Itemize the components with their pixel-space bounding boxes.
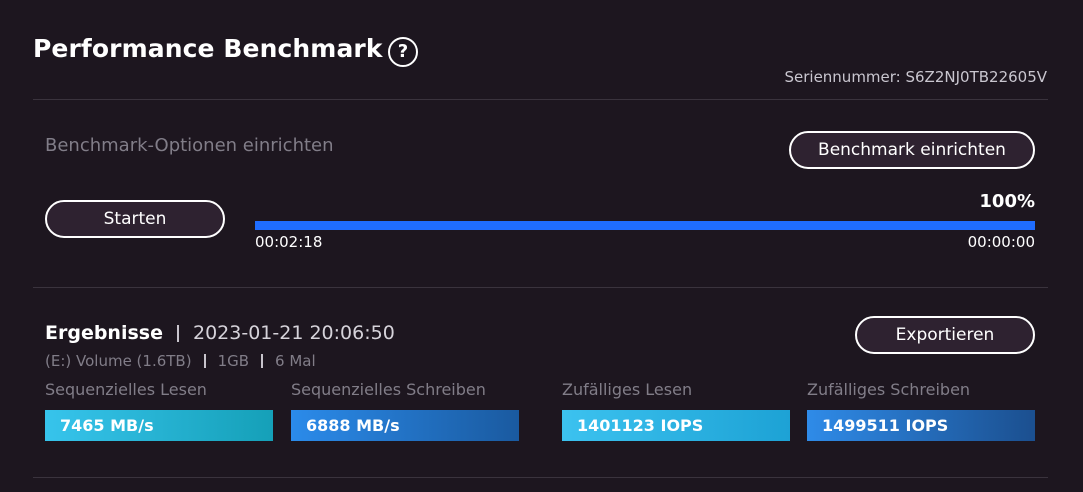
metric-value-rand-read: 1401123 IOPS xyxy=(562,410,790,441)
progress-bar-fill xyxy=(255,221,1035,230)
page-title: Performance Benchmark xyxy=(33,34,383,63)
metric-label-rand-read: Zufälliges Lesen xyxy=(562,380,693,399)
bottom-divider xyxy=(33,477,1048,478)
separator xyxy=(203,354,206,368)
section-divider xyxy=(33,287,1048,288)
run-count: 6 Mal xyxy=(275,352,316,370)
test-size: 1GB xyxy=(217,352,250,370)
serial-number: Seriennummer: S6Z2NJ0TB22605V xyxy=(784,68,1047,86)
results-title: Ergebnisse xyxy=(45,322,163,344)
progress-percent: 100% xyxy=(979,191,1035,212)
help-icon[interactable]: ? xyxy=(388,37,418,67)
metric-value-seq-read: 7465 MB/s xyxy=(45,410,273,441)
separator xyxy=(261,354,264,368)
setup-benchmark-button[interactable]: Benchmark einrichten xyxy=(789,131,1035,169)
results-timestamp: 2023-01-21 20:06:50 xyxy=(192,322,395,344)
export-button[interactable]: Exportieren xyxy=(855,316,1035,354)
header-divider xyxy=(33,99,1048,100)
progress-bar xyxy=(255,221,1035,230)
benchmark-options-label: Benchmark-Optionen einrichten xyxy=(45,135,334,156)
separator xyxy=(176,324,179,342)
metric-value-rand-write: 1499511 IOPS xyxy=(807,410,1035,441)
metric-value-seq-write: 6888 MB/s xyxy=(291,410,519,441)
elapsed-time: 00:02:18 xyxy=(255,233,323,251)
volume-info: (E:) Volume (1.6TB) xyxy=(45,352,192,370)
performance-benchmark-panel: Performance Benchmark ? Seriennummer: S6… xyxy=(0,0,1083,492)
metric-label-rand-write: Zufälliges Schreiben xyxy=(807,380,971,399)
results-heading: Ergebnisse 2023-01-21 20:06:50 xyxy=(45,322,395,344)
metric-label-seq-read: Sequenzielles Lesen xyxy=(45,380,207,399)
remaining-time: 00:00:00 xyxy=(967,233,1035,251)
start-button[interactable]: Starten xyxy=(45,200,225,238)
metric-label-seq-write: Sequenzielles Schreiben xyxy=(291,380,486,399)
results-meta: (E:) Volume (1.6TB) 1GB 6 Mal xyxy=(45,352,316,370)
